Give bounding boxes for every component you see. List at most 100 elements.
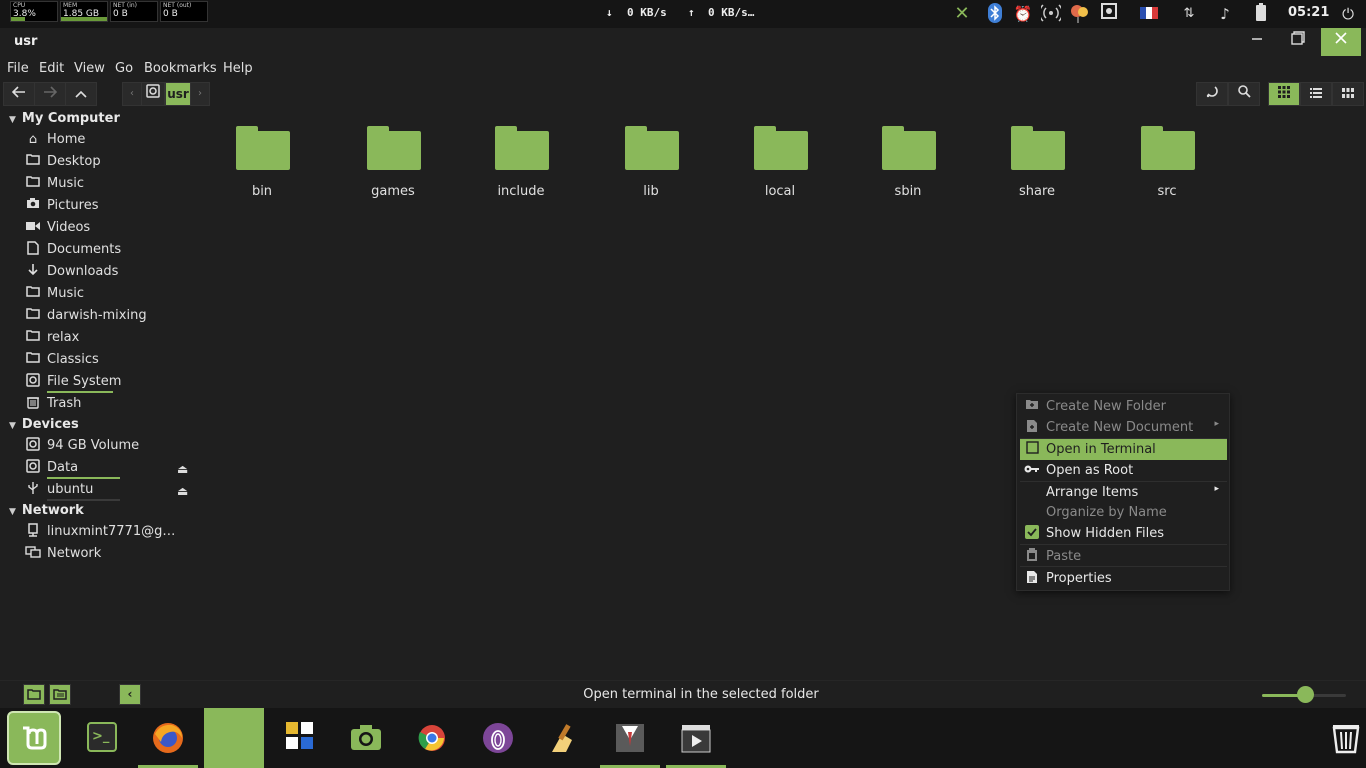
chrome-icon[interactable]: [402, 708, 462, 768]
folder-games[interactable]: games: [343, 126, 443, 206]
cleaner-icon[interactable]: [534, 708, 594, 768]
folder-include[interactable]: include: [471, 126, 571, 206]
sidebar-item-network[interactable]: Network: [24, 543, 194, 565]
screenshot-icon[interactable]: [1098, 3, 1120, 25]
net-out-monitor[interactable]: NET (out) 0 B: [160, 1, 208, 22]
sidebar-item-desktop[interactable]: Desktop: [24, 151, 194, 173]
menu-item-open-as-root[interactable]: Open as Root: [1020, 460, 1227, 481]
balloon-icon[interactable]: [1068, 3, 1090, 25]
search-button[interactable]: [1228, 82, 1260, 106]
menu-help[interactable]: Help: [223, 61, 253, 76]
cpu-monitor[interactable]: CPU 3.8%: [10, 1, 58, 22]
sidebar-item-videos[interactable]: Videos: [24, 217, 194, 239]
sidebar-item-trash[interactable]: Trash: [24, 393, 194, 415]
transfer-icon[interactable]: ⇅: [1178, 3, 1200, 25]
firefox-icon[interactable]: [138, 708, 198, 768]
menu-item-create-new-document[interactable]: Create New Document ▸: [1020, 417, 1227, 438]
maximize-button[interactable]: [1278, 28, 1318, 56]
close-x-icon[interactable]: ✕: [951, 3, 973, 25]
menu-item-open-in-terminal[interactable]: Open in Terminal: [1020, 439, 1227, 460]
minimize-button[interactable]: [1237, 28, 1277, 56]
zoom-slider-handle[interactable]: [1297, 686, 1314, 703]
menu-item-organize-by-name[interactable]: Organize by Name: [1020, 502, 1227, 523]
menu-item-properties[interactable]: Properties: [1020, 568, 1227, 589]
sidebar-item-file-system[interactable]: File System: [24, 371, 194, 393]
section-network[interactable]: ▼ Network: [9, 503, 84, 518]
sidebar-item-linuxmint-server[interactable]: linuxmint7771@g…: [24, 521, 194, 543]
net-in-monitor[interactable]: NET (in) 0 B: [110, 1, 158, 22]
folder-sbin[interactable]: sbin: [858, 126, 958, 206]
sidebar-item-documents[interactable]: Documents: [24, 239, 194, 261]
net-up-speed: 0 KB/s…: [708, 6, 755, 19]
folder-icon: [495, 126, 549, 170]
sidebar-item-pictures[interactable]: Pictures: [24, 195, 194, 217]
icon-view-button[interactable]: [1268, 82, 1300, 106]
path-root-button[interactable]: [141, 82, 165, 106]
toggle-location-button[interactable]: [1196, 82, 1228, 106]
sidebar-item-home[interactable]: ⌂ Home: [24, 129, 194, 151]
mem-monitor[interactable]: MEM 1.85 GB: [60, 1, 108, 22]
sidebar-item-label: relax: [47, 330, 80, 345]
menu-go[interactable]: Go: [115, 61, 133, 76]
folder-src[interactable]: src: [1117, 126, 1217, 206]
sidebar-item-music-folder[interactable]: Music: [24, 283, 194, 305]
folder-local[interactable]: local: [730, 126, 830, 206]
alarm-clock-icon[interactable]: ⏰: [1012, 3, 1034, 25]
menu-item-paste[interactable]: Paste: [1020, 546, 1227, 567]
eject-data-icon[interactable]: ⏏: [177, 462, 188, 476]
sidebar-item-darwish-mixing[interactable]: darwish-mixing: [24, 305, 194, 327]
sidebar-item-classics[interactable]: Classics: [24, 349, 194, 371]
folder-bin[interactable]: bin: [212, 126, 312, 206]
sidebar-item-downloads[interactable]: Downloads: [24, 261, 194, 283]
back-button[interactable]: [3, 82, 35, 106]
folder-share[interactable]: share: [987, 126, 1087, 206]
sidebar-item-data[interactable]: Data: [24, 457, 194, 479]
folder-lib[interactable]: lib: [601, 126, 701, 206]
file-manager-icon[interactable]: [204, 708, 264, 768]
section-devices[interactable]: ▼ Devices: [9, 417, 79, 432]
sidebar-item-94gb-volume[interactable]: 94 GB Volume: [24, 435, 194, 457]
forward-button[interactable]: [34, 82, 66, 106]
path-segment-usr[interactable]: usr: [165, 82, 191, 106]
path-scroll-right-button[interactable]: ›: [190, 82, 210, 106]
wireless-icon[interactable]: [1038, 3, 1064, 25]
compact-view-button[interactable]: [1332, 82, 1364, 106]
battery-icon[interactable]: [1250, 3, 1272, 25]
up-button[interactable]: [65, 82, 97, 106]
sidebar-item-music[interactable]: Music: [24, 173, 194, 195]
screenshot-camera-icon[interactable]: [336, 708, 396, 768]
video-editor-icon[interactable]: [666, 708, 726, 768]
trash-can-icon[interactable]: [1316, 708, 1366, 768]
menu-bookmarks[interactable]: Bookmarks: [144, 61, 217, 76]
sidebar-item-ubuntu[interactable]: ubuntu: [24, 479, 194, 501]
menu-view[interactable]: View: [74, 61, 105, 76]
section-my-computer[interactable]: ▼ My Computer: [9, 111, 120, 126]
path-scroll-left-button[interactable]: ‹: [122, 82, 142, 106]
menu-separator: [1020, 544, 1227, 545]
clock[interactable]: 05:21: [1288, 5, 1329, 20]
folder-name: include: [497, 184, 545, 199]
sidebar-item-relax[interactable]: relax: [24, 327, 194, 349]
music-icon[interactable]: ♪: [1214, 3, 1236, 25]
suit-app-icon[interactable]: [600, 708, 660, 768]
menu-item-label: Organize by Name: [1046, 505, 1167, 520]
menu-edit[interactable]: Edit: [39, 61, 64, 76]
flag-france-icon[interactable]: [1138, 3, 1160, 25]
folder-icon: [754, 126, 808, 170]
bluetooth-icon[interactable]: [984, 3, 1006, 25]
tor-browser-icon[interactable]: [468, 708, 528, 768]
window-titlebar[interactable]: usr: [0, 28, 1366, 58]
top-panel: CPU 3.8% MEM 1.85 GB NET (in) 0 B NET (o…: [0, 0, 1366, 28]
menu-file[interactable]: File: [7, 61, 29, 76]
menu-item-show-hidden-files[interactable]: Show Hidden Files: [1020, 523, 1227, 544]
sidebar-item-label: Music: [47, 286, 84, 301]
menu-item-arrange-items[interactable]: Arrange Items ▸: [1020, 482, 1227, 503]
list-view-button[interactable]: [1300, 82, 1332, 106]
eject-ubuntu-icon[interactable]: ⏏: [177, 484, 188, 498]
power-icon[interactable]: ⏻: [1337, 3, 1359, 25]
close-button[interactable]: [1321, 28, 1361, 56]
menu-item-create-new-folder[interactable]: Create New Folder: [1020, 396, 1227, 417]
terminal-app-icon[interactable]: >_: [72, 708, 132, 768]
linux-mint-menu-icon[interactable]: [4, 708, 64, 768]
tile-app-icon[interactable]: [270, 708, 330, 768]
